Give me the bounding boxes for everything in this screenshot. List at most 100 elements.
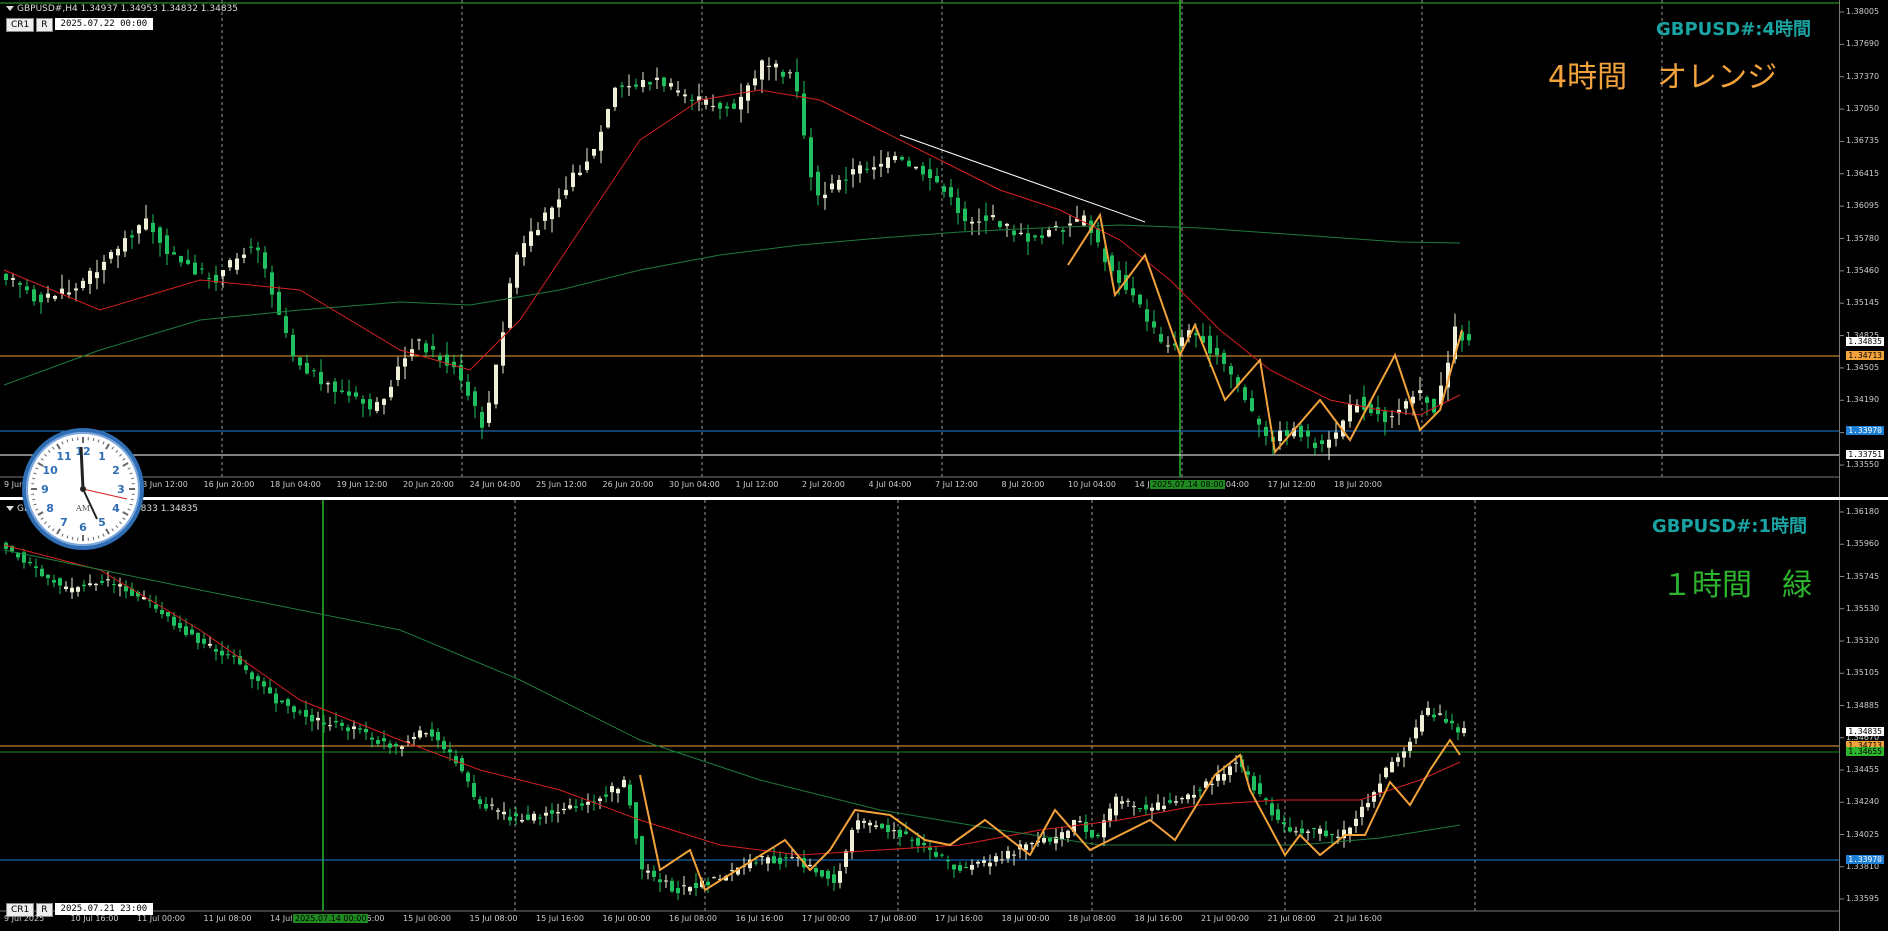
candle-body (268, 687, 272, 694)
candle-body (1186, 794, 1190, 800)
candle-body (340, 722, 344, 726)
h1-chart-canvas[interactable] (0, 500, 1888, 931)
clock-tick (52, 446, 55, 450)
candle-body (172, 252, 176, 255)
candle-body (88, 270, 92, 284)
candle-body (994, 856, 998, 862)
clock-numeral: 4 (112, 502, 120, 515)
candle-body (1222, 773, 1226, 781)
candle-body (242, 254, 246, 258)
candle-body (1257, 418, 1261, 425)
cr1-button[interactable]: CR1 (6, 18, 35, 32)
candle-body (1250, 398, 1254, 412)
candle-body (160, 610, 164, 615)
collapse-triangle-icon[interactable] (6, 506, 14, 511)
candle-body (1390, 416, 1394, 418)
clock-tick (127, 467, 131, 470)
h4-chart-pane[interactable]: GBPUSD#,H4 1.34937 1.34953 1.34832 1.348… (0, 0, 1888, 497)
ma-fast-line (3, 544, 1461, 856)
candle-body (1208, 335, 1212, 354)
candle-body (1320, 440, 1324, 444)
h1-chart-pane[interactable]: GBPUSD#,H1 1.34917 1.34833 1.34835 CR1 R… (0, 500, 1888, 931)
r-button[interactable]: R (36, 18, 53, 32)
h4-ticker-text: GBPUSD#,H4 1.34937 1.34953 1.34832 1.348… (17, 4, 239, 14)
clock-ampm: AM (75, 504, 90, 513)
clock-tick (92, 438, 95, 442)
clock-numeral: 3 (117, 483, 125, 496)
candle-body (508, 816, 512, 821)
candle-body (1384, 767, 1388, 778)
collapse-triangle-icon[interactable] (6, 6, 14, 11)
candle-body (946, 860, 950, 862)
candle-body (754, 862, 758, 864)
candle-body (598, 798, 602, 801)
candle-body (1120, 801, 1124, 804)
time-tick-label: 21 Jul 16:00 (1334, 914, 1382, 923)
candle-body (515, 254, 519, 288)
candle-body (396, 366, 400, 380)
candle-body (921, 165, 925, 175)
clock-tick (40, 458, 44, 461)
candle-body (826, 870, 830, 879)
candle-body (808, 864, 812, 867)
candle-body (778, 857, 782, 864)
candle-body (1450, 720, 1454, 724)
candle-body (538, 817, 542, 819)
time-tick-label: 20 Jun 20:00 (403, 480, 454, 489)
candle-body (298, 711, 302, 713)
candle-body (1162, 805, 1166, 809)
candle-body (280, 700, 284, 703)
candle-body (781, 71, 785, 77)
candle-body (1426, 707, 1430, 715)
candle-body (1126, 800, 1130, 802)
clock-tick (35, 508, 39, 511)
candle-body (550, 810, 554, 814)
clock-tick (119, 453, 122, 457)
candle-body (81, 280, 85, 289)
candle-body (862, 820, 866, 823)
candle-body (1354, 818, 1358, 827)
clock-numeral: 7 (60, 516, 68, 529)
candle-body (179, 255, 183, 263)
candle-body (977, 221, 981, 223)
time-tick-label: 1 Jul 12:00 (735, 480, 779, 489)
candle-body (490, 804, 494, 806)
analog-clock-widget[interactable]: 12 1 2 3 4 5 6 7 8 9 10 11 AM (22, 428, 144, 550)
candle-body (949, 187, 953, 198)
candle-body (1150, 807, 1154, 811)
candle-body (1383, 411, 1387, 423)
candle-body (711, 105, 715, 107)
price-tick-label: 1.36735 (1846, 136, 1880, 146)
candle-body (484, 804, 488, 809)
clock-tick (122, 511, 129, 516)
time-tick-label: 15 Jul 16:00 (536, 914, 584, 923)
candle-body (1432, 714, 1436, 718)
clock-face: 12 12 3 45678 9 1011 AM (31, 437, 135, 541)
candle-body (998, 221, 1002, 228)
candle-body (1216, 774, 1220, 781)
time-tick-label: 18 Jul 20:00 (1334, 480, 1382, 489)
candle-body (102, 261, 106, 270)
candle-body (130, 235, 134, 238)
price-tick-label: 1.34455 (1846, 765, 1880, 774)
candle-body (1414, 727, 1418, 739)
candle-body (514, 813, 518, 817)
candle-body (319, 371, 323, 385)
candle-body (900, 156, 904, 160)
candle-body (76, 587, 80, 592)
candle-body (1306, 831, 1310, 833)
candle-body (1362, 396, 1366, 410)
candle-body (235, 258, 239, 270)
clock-tick (122, 458, 126, 461)
price-tick-label: 1.35960 (1846, 539, 1880, 549)
candle-body (1180, 337, 1184, 347)
candle-body (214, 649, 218, 652)
candle-body (424, 343, 428, 353)
time-tick-label: 16 Jul 00:00 (602, 914, 651, 923)
candle-body (274, 693, 278, 704)
candle-body (1330, 833, 1334, 835)
candle-body (460, 758, 464, 772)
price-tick-label: 1.35745 (1846, 571, 1880, 581)
zigzag-line (1067, 212, 1463, 455)
clock-tick (105, 443, 110, 450)
